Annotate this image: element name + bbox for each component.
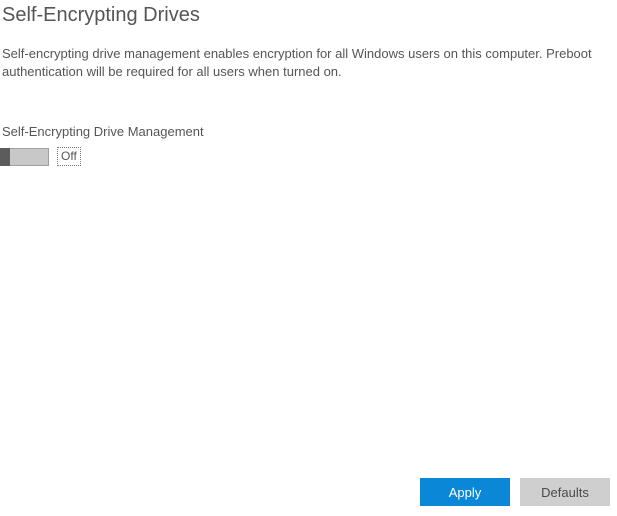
- page-title: Self-Encrypting Drives: [0, 0, 617, 27]
- page-description: Self-encrypting drive management enables…: [0, 27, 617, 80]
- toggle-state-label: Off: [57, 147, 81, 166]
- defaults-button[interactable]: Defaults: [520, 478, 610, 506]
- self-encrypting-drive-toggle[interactable]: [0, 148, 49, 166]
- toggle-handle: [0, 148, 10, 166]
- button-bar: Apply Defaults: [420, 478, 610, 506]
- apply-button[interactable]: Apply: [420, 478, 510, 506]
- section-heading-self-encrypting-drive-management: Self-Encrypting Drive Management: [0, 80, 617, 139]
- toggle-row: Off: [0, 139, 617, 166]
